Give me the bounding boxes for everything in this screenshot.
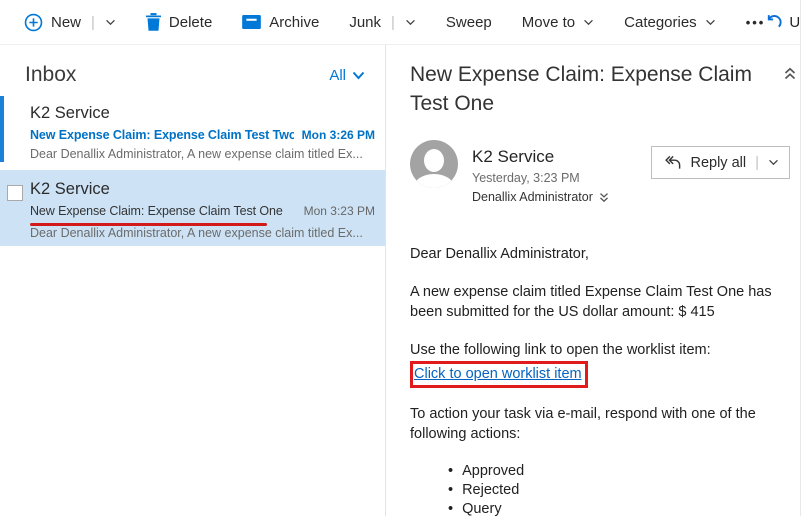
message-body: Dear Denallix Administrator, A new expen…: [410, 244, 792, 516]
action-option: Approved: [448, 462, 792, 481]
undo-icon: [765, 14, 782, 31]
sweep-button[interactable]: Sweep: [446, 14, 492, 31]
separator: |: [91, 13, 95, 31]
mail-subject: New Expense Claim: Expense Claim Test Tw…: [30, 128, 294, 142]
archive-icon: [242, 15, 262, 29]
action-option: Query: [448, 500, 792, 516]
undo-button[interactable]: Undo: [765, 13, 801, 31]
avatar-shoulders-shape: [414, 174, 454, 188]
sender-name: K2 Service: [472, 147, 555, 166]
junk-button[interactable]: Junk |: [349, 14, 416, 31]
new-label: New: [51, 13, 82, 31]
unread-indicator-bar: [0, 96, 4, 162]
reply-all-label: Reply all: [690, 154, 747, 171]
delete-label: Delete: [168, 13, 213, 31]
message-subject-title: New Expense Claim: Expense Claim Test On…: [410, 63, 752, 115]
undo-label: Undo: [789, 13, 801, 31]
reading-pane: New Expense Claim: Expense Claim Test On…: [386, 45, 800, 516]
mail-time: Mon 3:26 PM: [301, 128, 375, 142]
reply-all-button[interactable]: Reply all |: [651, 146, 790, 179]
categories-label: Categories: [624, 13, 697, 31]
worklist-item-link[interactable]: Click to open worklist item: [414, 366, 582, 382]
message-list-pane: Inbox All K2 Service New Expense Claim: …: [0, 45, 386, 516]
list-header: Inbox All: [0, 45, 385, 95]
chevron-down-icon[interactable]: [768, 159, 779, 166]
action-options-list: Approved Rejected Query: [448, 462, 792, 516]
chevron-down-icon[interactable]: [405, 19, 416, 26]
mail-list-item-unread[interactable]: K2 Service New Expense Claim: Expense Cl…: [0, 95, 385, 166]
chevron-down-icon[interactable]: [105, 19, 116, 26]
sweep-label: Sweep: [445, 13, 492, 31]
recipient-expander[interactable]: Denallix Administrator: [472, 190, 609, 204]
filter-label: All: [329, 66, 346, 84]
chevron-down-icon: [705, 19, 716, 26]
archive-label: Archive: [269, 13, 320, 31]
body-greeting: Dear Denallix Administrator,: [410, 246, 589, 262]
body-paragraph-claim: A new expense claim titled Expense Claim…: [410, 284, 772, 320]
plus-circle-icon: [24, 13, 43, 32]
red-box-annotation: Click to open worklist item: [410, 361, 588, 388]
more-commands-button[interactable]: •••: [746, 15, 766, 30]
mail-preview: Dear Denallix Administrator, A new expen…: [30, 226, 363, 240]
mail-subject: New Expense Claim: Expense Claim Test On…: [30, 204, 283, 218]
separator: |: [755, 154, 759, 171]
filter-dropdown[interactable]: All: [329, 67, 365, 84]
move-to-label: Move to: [521, 13, 576, 31]
separator: |: [391, 13, 395, 31]
avatar-head-shape: [424, 149, 444, 172]
mail-app-window: New | Delete Archive Junk | Sweep Move t…: [0, 0, 801, 516]
body-paragraph-actions-intro: To action your task via e-mail, respond …: [410, 406, 756, 442]
mail-list-item-selected[interactable]: K2 Service New Expense Claim: Expense Cl…: [0, 166, 385, 246]
categories-button[interactable]: Categories: [624, 14, 716, 31]
mail-preview: Dear Denallix Administrator, A new expen…: [30, 147, 363, 161]
mail-time: Mon 3:23 PM: [303, 204, 375, 218]
mail-sender: K2 Service: [30, 180, 110, 198]
reply-all-icon: [663, 155, 682, 170]
new-button[interactable]: New |: [24, 13, 116, 32]
double-chevron-down-icon: [599, 192, 609, 203]
sender-avatar[interactable]: [410, 140, 458, 188]
red-underline-annotation: [30, 223, 267, 226]
archive-button[interactable]: Archive: [242, 14, 319, 31]
chevron-down-icon: [583, 19, 594, 26]
body-paragraph-link-intro: Use the following link to open the workl…: [410, 342, 711, 358]
collapse-double-chevron-up-icon[interactable]: [782, 65, 798, 83]
junk-label: Junk: [349, 13, 381, 31]
chevron-down-icon: [352, 71, 365, 80]
mail-sender: K2 Service: [30, 104, 110, 122]
trash-icon: [145, 13, 161, 31]
recipient-name: Denallix Administrator: [472, 190, 593, 204]
action-option: Rejected: [448, 481, 792, 500]
folder-title: Inbox: [25, 63, 77, 86]
mail-select-checkbox[interactable]: [7, 185, 23, 201]
move-to-button[interactable]: Move to: [522, 14, 594, 31]
delete-button[interactable]: Delete: [145, 13, 213, 31]
command-toolbar: New | Delete Archive Junk | Sweep Move t…: [0, 0, 800, 45]
sent-timestamp: Yesterday, 3:23 PM: [472, 171, 580, 185]
